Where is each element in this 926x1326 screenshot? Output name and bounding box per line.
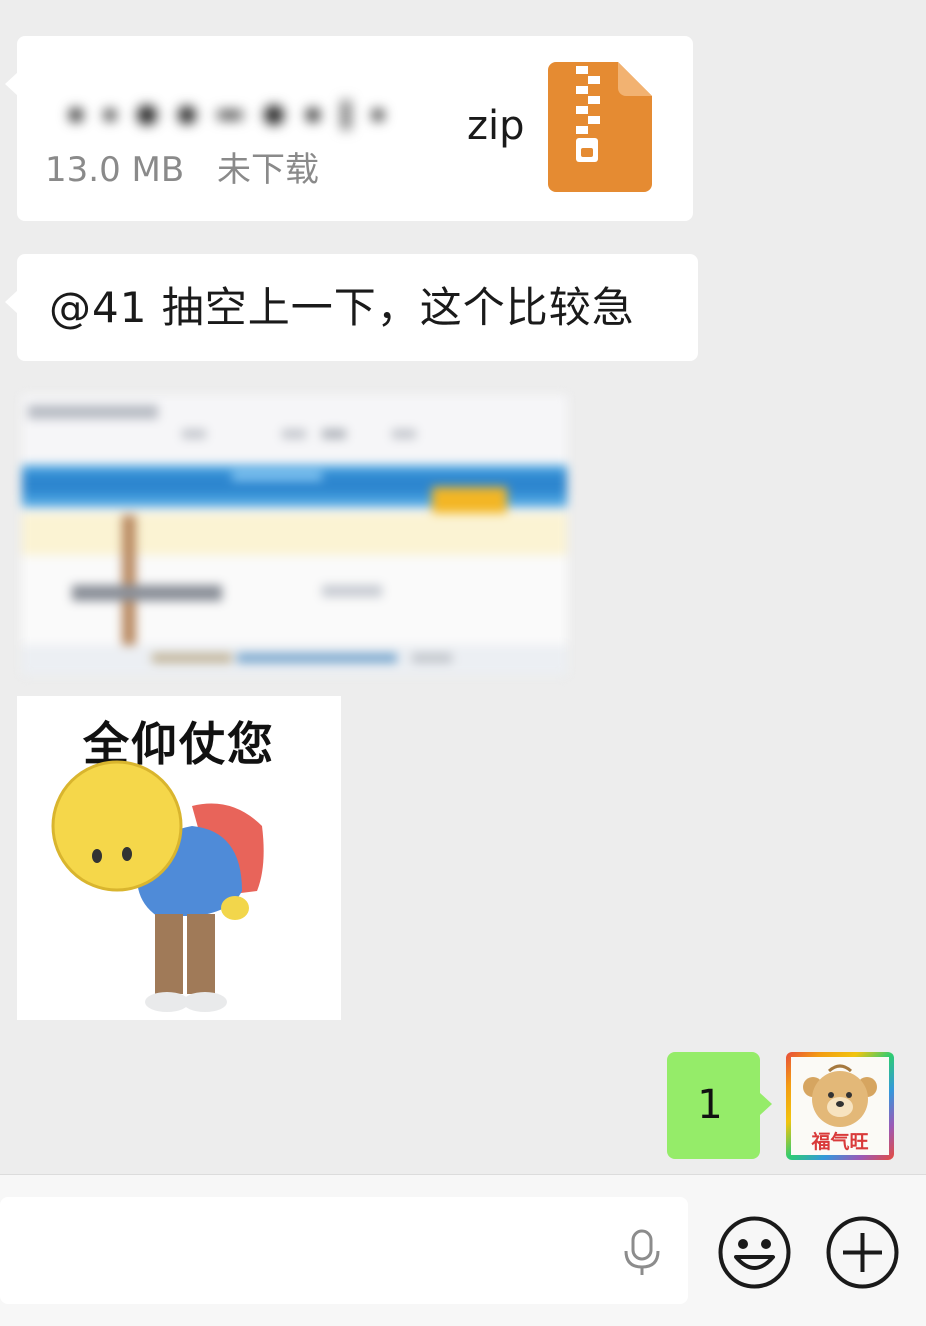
message-input[interactable] [0, 1197, 688, 1304]
bowing-emoji-sticker [51, 760, 264, 1012]
download-status: 未下载 [216, 150, 319, 190]
text-message: @41 抽空上一下，这个比较急 [49, 283, 635, 332]
blurred-screenshot [22, 395, 567, 675]
sent-message-bubble[interactable]: 1 [667, 1052, 772, 1159]
input-bar [0, 1174, 926, 1326]
file-meta: 13.0 MB 未下载 [45, 142, 341, 191]
sent-message-text: 1 [697, 1082, 723, 1128]
avatar[interactable]: 福气旺 [786, 1052, 894, 1160]
avatar-label: 福气旺 [811, 1131, 869, 1153]
file-message-bubble[interactable]: zip 13.0 MB 未下载 [5, 36, 693, 221]
text-message-bubble[interactable]: @41 抽空上一下，这个比较急 [5, 254, 698, 361]
microphone-icon[interactable] [620, 1229, 664, 1277]
chat-area[interactable]: zip 13.0 MB 未下载 @41 抽空上一下，这个比较急 全仰仗您 1 福… [0, 0, 926, 1174]
file-extension: zip [467, 103, 525, 149]
file-size: 13.0 MB [45, 150, 185, 190]
avatar-image: 福气旺 [791, 1057, 889, 1155]
plus-circle-icon[interactable] [825, 1215, 900, 1290]
smiley-icon[interactable] [717, 1215, 792, 1290]
image-message[interactable] [22, 395, 567, 675]
sticker-message[interactable]: 全仰仗您 [17, 696, 341, 1020]
zip-file-icon [548, 62, 652, 192]
